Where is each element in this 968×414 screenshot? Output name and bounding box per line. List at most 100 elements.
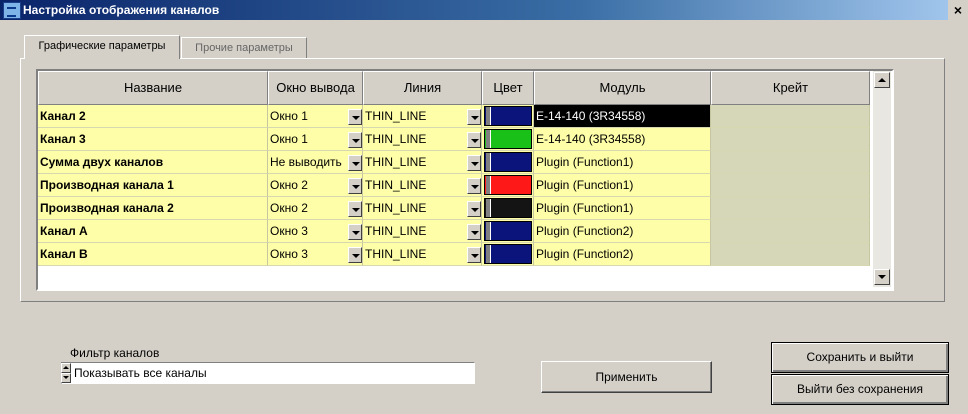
apply-button[interactable]: Применить: [541, 361, 712, 393]
vertical-scrollbar[interactable]: [872, 71, 891, 287]
module-cell[interactable]: Plugin (Function2): [534, 243, 711, 266]
module-cell[interactable]: Plugin (Function1): [534, 174, 711, 197]
color-cell[interactable]: [482, 220, 534, 243]
crate-cell[interactable]: [711, 151, 870, 174]
crate-cell[interactable]: [711, 243, 870, 266]
channel-name-cell[interactable]: Канал В: [38, 243, 268, 266]
dropdown-arrow-icon[interactable]: [467, 132, 481, 148]
line-style-value: THIN_LINE: [365, 109, 427, 123]
output-window-cell[interactable]: Окно 1: [268, 128, 363, 151]
color-cell[interactable]: [482, 151, 534, 174]
channel-name-cell[interactable]: Канал 3: [38, 128, 268, 151]
column-header-name[interactable]: Название: [38, 71, 268, 105]
tab-other-params[interactable]: Прочие параметры: [181, 37, 307, 58]
line-style-cell[interactable]: THIN_LINE: [363, 128, 482, 151]
module-cell[interactable]: Plugin (Function1): [534, 197, 711, 220]
output-window-cell[interactable]: Окно 1: [268, 105, 363, 128]
table-row[interactable]: Канал А Окно 3 THIN_LINE Plugin (Function2): [38, 220, 870, 243]
exit-without-saving-button[interactable]: Выйти без сохранения: [771, 374, 949, 405]
color-cell[interactable]: [482, 243, 534, 266]
dropdown-arrow-icon[interactable]: [348, 109, 362, 125]
column-header-module[interactable]: Модуль: [534, 71, 711, 105]
spin-down-icon[interactable]: [61, 373, 71, 383]
dropdown-arrow-icon[interactable]: [348, 132, 362, 148]
color-swatch[interactable]: [484, 152, 532, 172]
color-swatch[interactable]: [484, 221, 532, 241]
line-style-value: THIN_LINE: [365, 132, 427, 146]
color-swatch[interactable]: [484, 129, 532, 149]
line-style-value: THIN_LINE: [365, 178, 427, 192]
output-window-value: Окно 3: [270, 247, 308, 261]
close-icon[interactable]: ×: [948, 0, 968, 20]
module-cell[interactable]: Plugin (Function2): [534, 220, 711, 243]
dropdown-arrow-icon[interactable]: [348, 178, 362, 194]
line-style-value: THIN_LINE: [365, 247, 427, 261]
table-row[interactable]: Сумма двух каналов Не выводить THIN_LINE Pl…: [38, 151, 870, 174]
dropdown-arrow-icon[interactable]: [348, 201, 362, 217]
color-swatch[interactable]: [484, 106, 532, 126]
table-row[interactable]: Канал 2 Окно 1 THIN_LINE E-14-140 (3R34558): [38, 105, 870, 128]
column-header-crate[interactable]: Крейт: [711, 71, 870, 105]
line-style-cell[interactable]: THIN_LINE: [363, 174, 482, 197]
output-window-cell[interactable]: Окно 2: [268, 197, 363, 220]
table-row[interactable]: Производная канала 2 Окно 2 THIN_LINE Plugi…: [38, 197, 870, 220]
crate-cell[interactable]: [711, 220, 870, 243]
spin-up-icon[interactable]: [61, 363, 71, 373]
line-style-cell[interactable]: THIN_LINE: [363, 197, 482, 220]
module-cell[interactable]: E-14-140 (3R34558): [534, 128, 711, 151]
scroll-down-icon[interactable]: [874, 269, 890, 285]
output-window-cell[interactable]: Окно 2: [268, 174, 363, 197]
column-header-line[interactable]: Линия: [363, 71, 482, 105]
dropdown-arrow-icon[interactable]: [348, 155, 362, 171]
dropdown-arrow-icon[interactable]: [467, 178, 481, 194]
filter-label: Фильтр каналов: [70, 346, 160, 360]
dropdown-arrow-icon[interactable]: [467, 109, 481, 125]
dropdown-arrow-icon[interactable]: [467, 155, 481, 171]
output-window-cell[interactable]: Окно 3: [268, 220, 363, 243]
channel-name-cell[interactable]: Производная канала 2: [38, 197, 268, 220]
module-cell[interactable]: Plugin (Function1): [534, 151, 711, 174]
color-cell[interactable]: [482, 197, 534, 220]
save-and-exit-button[interactable]: Сохранить и выйти: [771, 342, 949, 373]
crate-cell[interactable]: [711, 197, 870, 220]
color-cell[interactable]: [482, 105, 534, 128]
dropdown-arrow-icon[interactable]: [348, 224, 362, 240]
color-swatch[interactable]: [484, 244, 532, 264]
column-header-color[interactable]: Цвет: [482, 71, 534, 105]
crate-cell[interactable]: [711, 174, 870, 197]
output-window-value: Не выводить: [270, 155, 342, 169]
color-cell[interactable]: [482, 128, 534, 151]
line-style-cell[interactable]: THIN_LINE: [363, 151, 482, 174]
output-window-cell[interactable]: Не выводить: [268, 151, 363, 174]
column-header-output-window[interactable]: Окно вывода: [268, 71, 363, 105]
tab-graphic-params[interactable]: Графические параметры: [24, 35, 180, 59]
color-swatch[interactable]: [484, 175, 532, 195]
filter-spinner[interactable]: [61, 363, 71, 383]
app-icon: [3, 2, 21, 19]
scroll-up-icon[interactable]: [874, 72, 890, 88]
color-swatch[interactable]: [484, 198, 532, 218]
table-row[interactable]: Канал В Окно 3 THIN_LINE Plugin (Function2): [38, 243, 870, 266]
crate-cell[interactable]: [711, 105, 870, 128]
channel-name-cell[interactable]: Производная канала 1: [38, 174, 268, 197]
window-title: Настройка отображения каналов: [23, 3, 220, 17]
channel-name-cell[interactable]: Канал 2: [38, 105, 268, 128]
dropdown-arrow-icon[interactable]: [348, 247, 362, 263]
line-style-cell[interactable]: THIN_LINE: [363, 243, 482, 266]
filter-select[interactable]: Показывать все каналы: [61, 362, 475, 384]
output-window-cell[interactable]: Окно 3: [268, 243, 363, 266]
dropdown-arrow-icon[interactable]: [467, 201, 481, 217]
dropdown-arrow-icon[interactable]: [467, 224, 481, 240]
table-row[interactable]: Канал 3 Окно 1 THIN_LINE E-14-140 (3R34558): [38, 128, 870, 151]
module-cell[interactable]: E-14-140 (3R34558): [534, 105, 711, 128]
channel-name-cell[interactable]: Сумма двух каналов: [38, 151, 268, 174]
color-cell[interactable]: [482, 174, 534, 197]
dropdown-arrow-icon[interactable]: [467, 247, 481, 263]
table-row[interactable]: Производная канала 1 Окно 2 THIN_LINE Plugi…: [38, 174, 870, 197]
line-style-cell[interactable]: THIN_LINE: [363, 105, 482, 128]
channels-table: Название Окно вывода Линия Цвет Модуль К…: [36, 69, 894, 291]
line-style-cell[interactable]: THIN_LINE: [363, 220, 482, 243]
channel-name-cell[interactable]: Канал А: [38, 220, 268, 243]
crate-cell[interactable]: [711, 128, 870, 151]
output-window-value: Окно 3: [270, 224, 308, 238]
